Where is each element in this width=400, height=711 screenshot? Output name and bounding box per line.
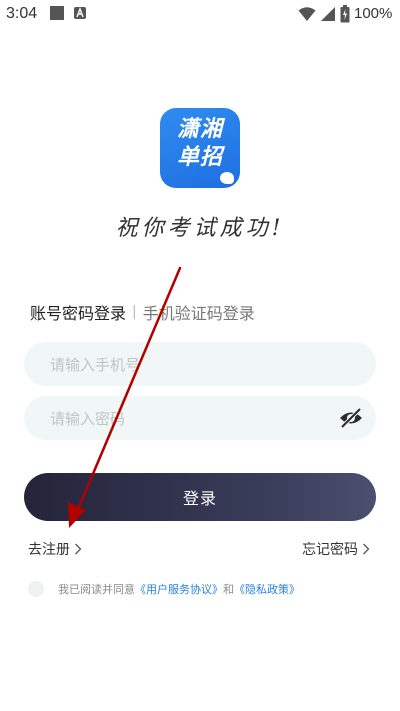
app-logo: 潇湘 单招 [160,108,240,188]
logo-line-2: 单招 [176,145,223,170]
agreement-prefix: 我已阅读并同意 [58,583,135,596]
forgot-password-label: 忘记密码 [302,542,358,558]
register-link-label: 去注册 [28,542,70,558]
logo-line-1: 潇湘 [176,117,223,142]
forgot-password-link[interactable]: 忘记密码 [302,539,370,559]
register-link[interactable]: 去注册 [28,539,82,559]
notification-icon [50,6,64,20]
logo-text: 潇湘 单招 [166,116,234,172]
phone-input[interactable] [48,342,332,388]
privacy-policy-link[interactable]: 《隐私政策》 [234,581,300,597]
keyboard-notification-icon [74,7,86,19]
status-time: 3:04 [6,5,38,22]
login-screen: 3:04 100% 潇湘 单招 祝你考试成功! 账号密码登录 | 手机验证码登录 [0,0,400,711]
battery-percent: 100% [354,5,393,22]
chevron-right-icon [75,543,82,555]
user-agreement-link[interactable]: 《用户服务协议》 [135,581,223,597]
tab-sms-code[interactable]: 手机验证码登录 [143,300,255,324]
status-bar: 3:04 100% [0,0,400,28]
agreement-and: 和 [223,583,234,596]
slogan: 祝你考试成功! [115,216,285,241]
battery-icon [340,5,350,23]
chevron-right-icon [363,543,370,555]
login-tabs: 账号密码登录 | 手机验证码登录 [30,300,255,324]
agreement-row: 我已阅读并同意 《用户服务协议》 和 《隐私政策》 [28,581,300,597]
tab-separator: | [132,304,137,320]
wifi-icon [298,7,316,21]
agreement-checkbox[interactable] [28,581,44,597]
password-field-container [24,396,376,442]
login-button[interactable]: 登录 [24,473,376,521]
logo-badge-icon [220,172,234,184]
signal-icon [321,7,335,21]
tab-account-password[interactable]: 账号密码登录 [30,300,126,324]
password-input[interactable] [48,396,332,442]
eye-off-icon[interactable] [338,406,364,430]
login-button-label: 登录 [182,489,217,508]
phone-field-container [24,342,376,388]
